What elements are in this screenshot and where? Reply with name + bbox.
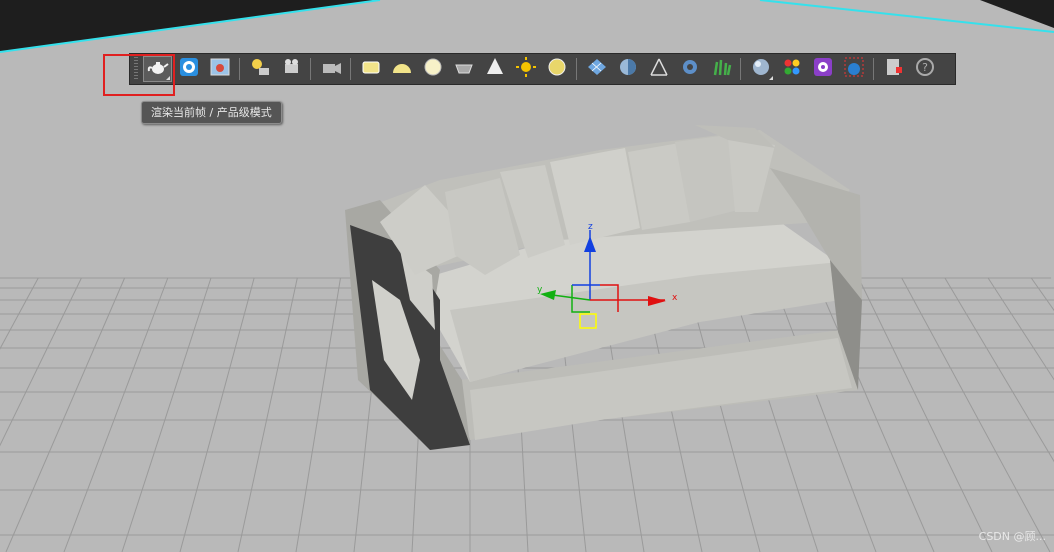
image-region-icon — [843, 56, 865, 82]
cone-object-icon — [484, 56, 506, 82]
render-elements-icon — [812, 56, 834, 82]
grass-plants-icon — [710, 56, 732, 82]
rendered-frame-window-icon — [209, 56, 231, 82]
toolbar-separator — [350, 58, 351, 80]
disc-light-button[interactable] — [543, 57, 570, 81]
sun-light-icon — [515, 56, 537, 82]
grid-pattern-icon — [586, 56, 608, 82]
gizmo-x-label: x — [672, 293, 678, 303]
toolbar-separator — [576, 58, 577, 80]
basket-object-button[interactable] — [450, 57, 477, 81]
render-toolbar: ? — [129, 53, 956, 85]
material-palette-icon — [781, 56, 803, 82]
help-button[interactable]: ? — [911, 57, 938, 81]
dome-object-icon — [391, 56, 413, 82]
watermark: CSDN @顾... — [978, 530, 1046, 543]
grid-pattern-button[interactable] — [583, 57, 610, 81]
render-setup-button[interactable] — [175, 57, 202, 81]
tripod-target-button[interactable] — [645, 57, 672, 81]
render-elements-button[interactable] — [809, 57, 836, 81]
dome-object-button[interactable] — [388, 57, 415, 81]
plane-object-icon — [360, 56, 382, 82]
tooltip: 渲染当前帧 / 产品级模式 — [141, 101, 282, 124]
toolbar-grip[interactable] — [134, 57, 138, 81]
render-production-teapot-button[interactable] — [143, 56, 172, 82]
camera-safe-frame-icon — [280, 56, 302, 82]
video-camera-button[interactable] — [317, 57, 344, 81]
plane-object-button[interactable] — [357, 57, 384, 81]
video-camera-icon — [320, 56, 342, 82]
toolbar-separator — [239, 58, 240, 80]
material-sphere-button[interactable] — [747, 57, 774, 81]
toolbar-button-row: ? — [142, 56, 940, 82]
gear-settings-icon — [679, 56, 701, 82]
disc-light-icon — [546, 56, 568, 82]
toolbar-separator — [740, 58, 741, 80]
light-lister-icon — [249, 56, 271, 82]
clipboard-export-button[interactable] — [880, 57, 907, 81]
tripod-target-icon — [648, 56, 670, 82]
sphere-light-button[interactable] — [419, 57, 446, 81]
gear-settings-button[interactable] — [676, 57, 703, 81]
material-sphere-icon — [750, 56, 772, 82]
rendered-frame-window-button[interactable] — [206, 57, 233, 81]
render-production-teapot-icon — [147, 56, 169, 82]
basket-object-icon — [453, 56, 475, 82]
image-region-button[interactable] — [840, 57, 867, 81]
svg-text:?: ? — [922, 61, 928, 74]
render-setup-icon — [178, 56, 200, 82]
clipboard-export-icon — [883, 56, 905, 82]
toolbar-separator — [310, 58, 311, 80]
camera-safe-frame-button[interactable] — [277, 57, 304, 81]
sphere-light-icon — [422, 56, 444, 82]
grass-plants-button[interactable] — [707, 57, 734, 81]
sun-light-button[interactable] — [512, 57, 539, 81]
half-sphere-button[interactable] — [614, 57, 641, 81]
half-sphere-icon — [617, 56, 639, 82]
cone-object-button[interactable] — [481, 57, 508, 81]
help-icon: ? — [914, 56, 936, 82]
gizmo-z-label: z — [588, 222, 593, 232]
material-palette-button[interactable] — [778, 57, 805, 81]
toolbar-separator — [873, 58, 874, 80]
light-lister-button[interactable] — [246, 57, 273, 81]
gizmo-y-label: y — [537, 285, 543, 295]
